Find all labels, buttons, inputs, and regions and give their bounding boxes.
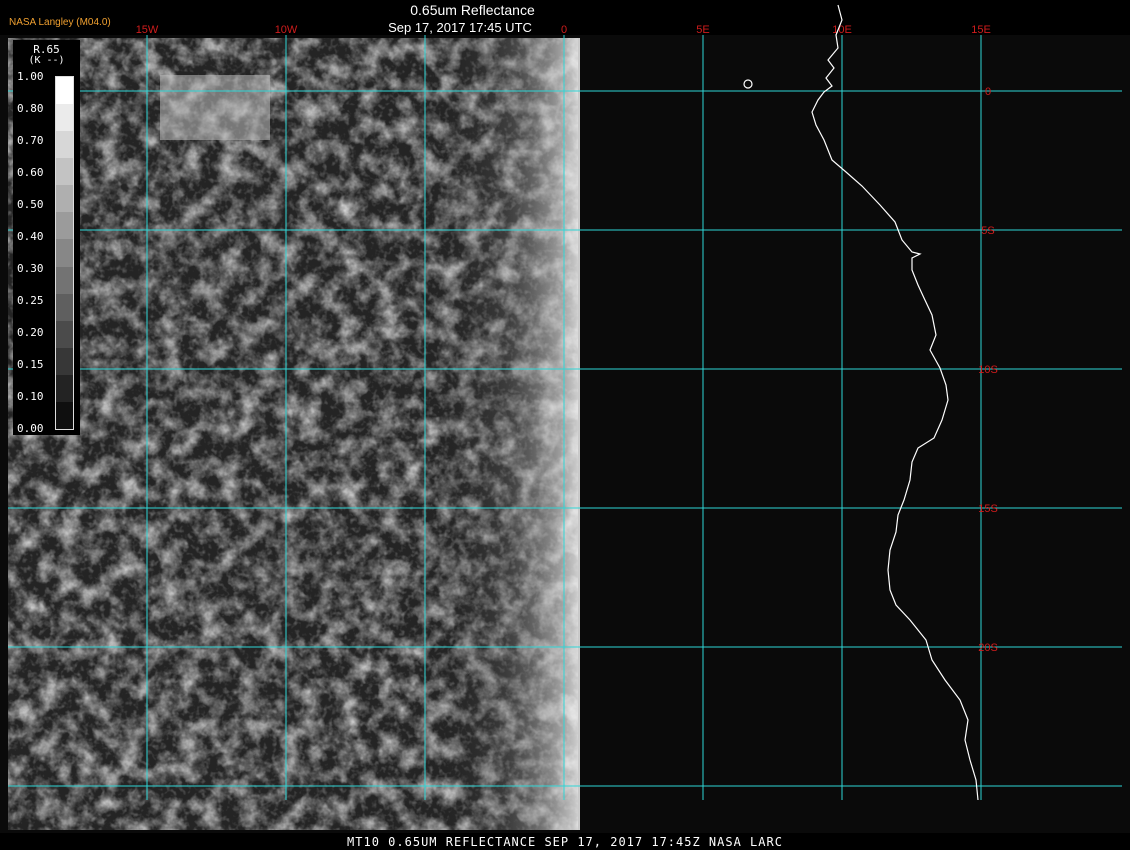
latitude-label: 5S [981,225,994,237]
legend-tick-label: 0.80 [17,102,44,115]
legend-tick-label: 0.50 [17,198,44,211]
longitude-label: 10E [832,24,852,36]
legend-tick-label: 0.25 [17,294,44,307]
legend-swatch [56,185,73,214]
legend-tick-label: 0.00 [17,422,44,435]
longitude-label: 15E [971,24,991,36]
limb-brightening [420,38,580,830]
legend-swatch [56,293,73,322]
legend-tick-label: 0.30 [17,262,44,275]
legend-tick-label: 0.40 [17,230,44,243]
legend-swatch [56,266,73,295]
legend-tick-label: 1.00 [17,70,44,83]
legend-swatch [56,239,73,268]
legend-swatch [56,374,73,403]
legend-tick-label: 0.15 [17,358,44,371]
legend-swatch [56,212,73,241]
latitude-label: 15S [978,503,998,515]
legend-tick-label: 0.60 [17,166,44,179]
legend-swatch [56,401,73,429]
color-legend: R.65 (K --) 1.00 0.80 0.70 0.60 0.50 0.40 0.30… [13,40,80,435]
legend-swatch [56,104,73,133]
longitude-label: 10W [275,24,298,36]
longitude-label: 15W [136,24,159,36]
legend-swatch [56,77,73,106]
legend-color-bar [55,76,74,430]
legend-unit: (K --) [28,55,65,66]
longitude-label: 5E [696,24,709,36]
legend-tick-label: 0.20 [17,326,44,339]
legend-swatch [56,320,73,349]
latitude-label: 20S [978,642,998,654]
cloud-bank [160,75,270,140]
legend-swatch [56,347,73,376]
latitude-label: 10S [978,364,998,376]
legend-tick-label: 0.10 [17,390,44,403]
legend-tick-label: 0.70 [17,134,44,147]
latitude-label: 0 [985,86,991,98]
footer-label: MT10 0.65UM REFLECTANCE SEP 17, 2017 17:… [347,835,783,849]
legend-swatch [56,158,73,187]
legend-swatch [56,131,73,160]
longitude-label: 0 [561,24,567,36]
satellite-map[interactable]: 15W 10W 0 5E 10E 15E 0 5S 10S 15S 20S [0,0,1130,850]
